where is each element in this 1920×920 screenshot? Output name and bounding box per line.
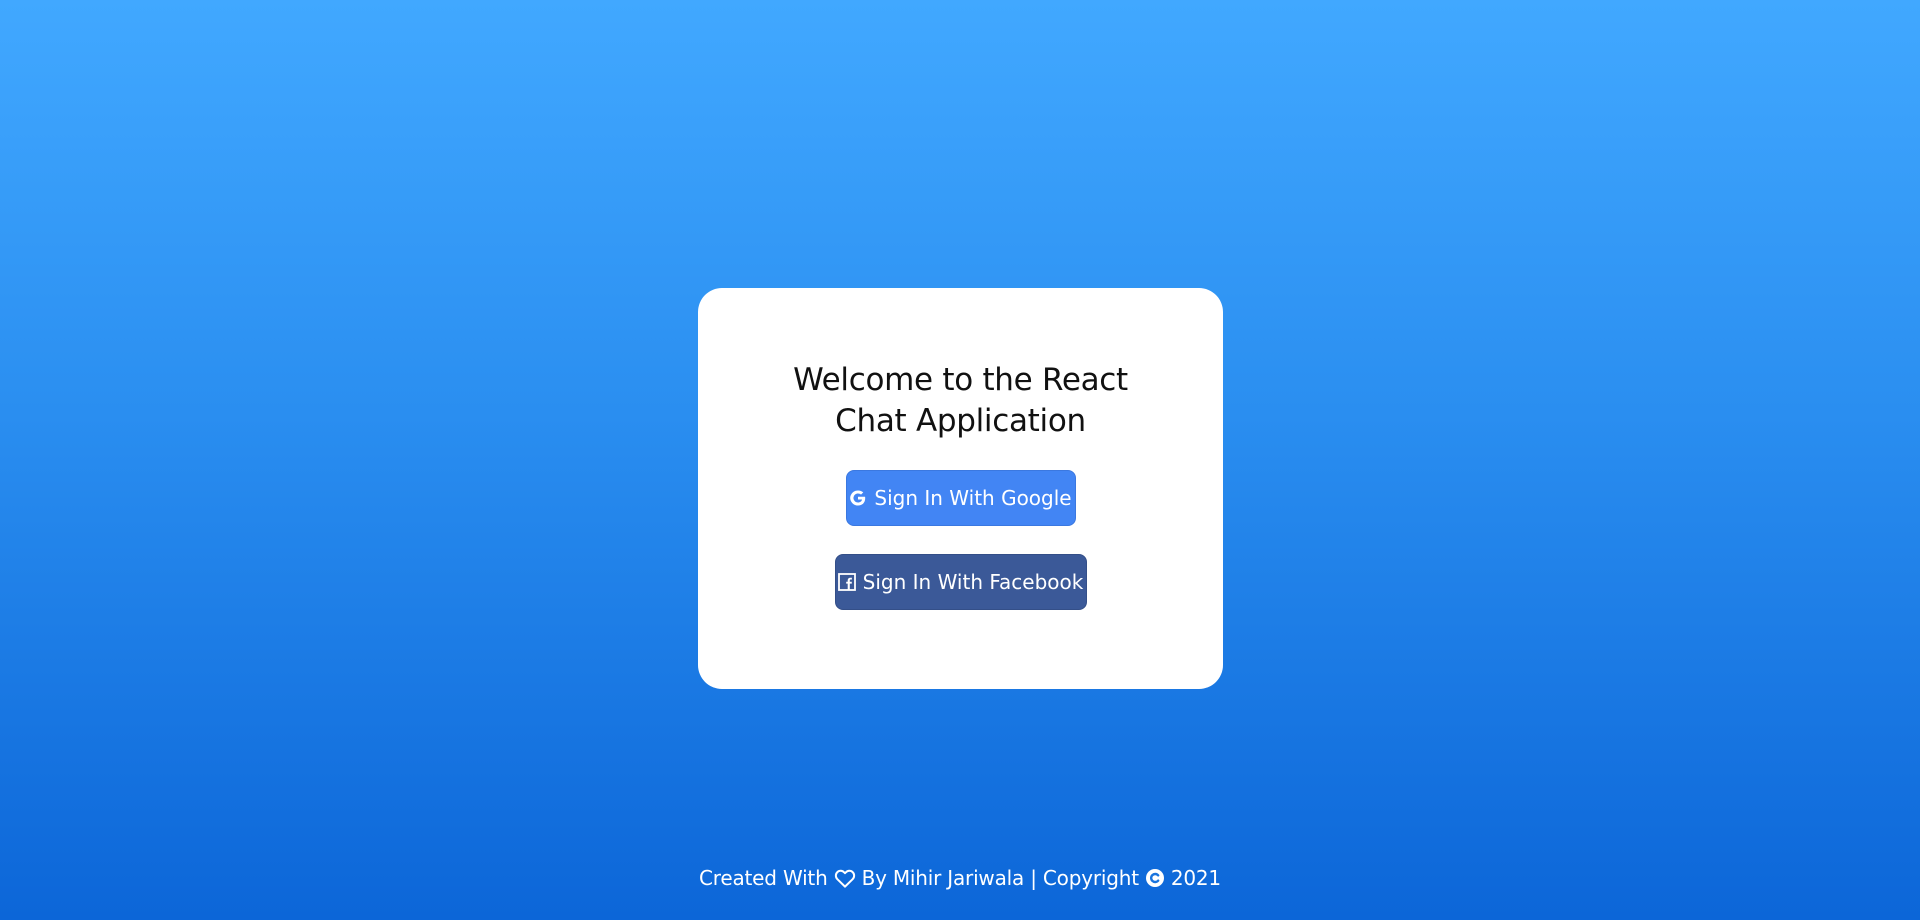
- facebook-sign-in-button[interactable]: Sign In With Facebook: [834, 554, 1087, 610]
- footer: Created With By Mihir Jariwala | Copyrig…: [0, 866, 1920, 890]
- footer-by-text: By Mihir Jariwala | Copyright: [861, 866, 1139, 890]
- google-icon: [849, 488, 867, 508]
- google-sign-in-label: Sign In With Google: [874, 486, 1072, 510]
- heart-icon: [834, 868, 856, 888]
- facebook-sign-in-label: Sign In With Facebook: [862, 570, 1084, 594]
- copyright-icon: [1145, 868, 1165, 888]
- login-card: Welcome to the React Chat Application Si…: [698, 288, 1223, 689]
- google-sign-in-button[interactable]: Sign In With Google: [845, 470, 1076, 526]
- footer-created-with: Created With: [699, 866, 828, 890]
- page-title: Welcome to the React Chat Application: [793, 362, 1128, 439]
- facebook-icon: [837, 572, 856, 592]
- footer-year: 2021: [1170, 866, 1221, 890]
